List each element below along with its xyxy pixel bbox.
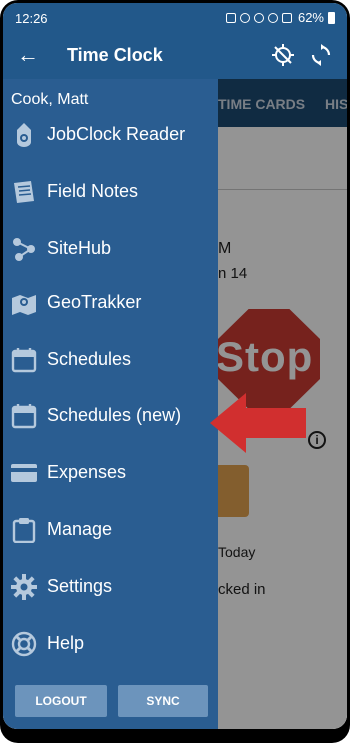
calendar-icon: [11, 348, 37, 373]
menu-item-expenses[interactable]: Expenses: [3, 450, 218, 496]
menu-label: Schedules: [47, 349, 132, 369]
menu-label: JobClock Reader: [47, 124, 186, 144]
app-title: Time Clock: [67, 45, 163, 65]
map-icon: [12, 295, 36, 315]
signal-icon: [281, 12, 292, 23]
battery-icon: [328, 11, 335, 24]
credit-card-icon: [11, 464, 37, 482]
phone-frame: 12:26 62% ← Time Clock TIME CARDS HIS M …: [0, 0, 350, 743]
notification-icon: [225, 12, 236, 23]
menu-label: Help: [47, 633, 85, 653]
user-name: Cook, Matt: [11, 91, 89, 108]
status-icons: 62%: [225, 10, 335, 25]
gear-icon: [11, 574, 37, 600]
screen: 12:26 62% ← Time Clock TIME CARDS HIS M …: [3, 3, 347, 729]
menu-label: GeoTrakker: [47, 292, 142, 312]
lifebuoy-icon: [11, 631, 37, 657]
jobclock-icon: [17, 123, 31, 147]
notes-icon: [14, 181, 34, 203]
menu-item-manage[interactable]: Manage: [3, 507, 218, 553]
mute-icon: [253, 12, 264, 23]
menu-label: Expenses: [47, 462, 127, 482]
gps-off-icon[interactable]: [271, 43, 295, 67]
bluetooth-icon: [239, 12, 250, 23]
menu-item-schedules[interactable]: Schedules: [3, 337, 218, 383]
calendar-icon: [11, 404, 37, 429]
back-arrow-icon[interactable]: ←: [17, 42, 39, 68]
annotation-arrow-icon: [210, 393, 306, 453]
menu-item-geotrakker[interactable]: GeoTrakker: [3, 280, 218, 326]
menu-item-schedules-new[interactable]: Schedules (new): [3, 393, 218, 439]
wifi-icon: [267, 12, 278, 23]
share-icon: [13, 238, 35, 261]
menu-item-jobclock-reader[interactable]: JobClock Reader: [3, 112, 218, 158]
status-bar: 12:26 62%: [3, 3, 347, 33]
menu-item-settings[interactable]: Settings: [3, 564, 218, 610]
menu-item-field-notes[interactable]: Field Notes: [3, 169, 218, 215]
logout-button[interactable]: LOGOUT: [15, 685, 107, 717]
status-time: 12:26: [15, 11, 48, 26]
menu-item-help[interactable]: Help: [3, 621, 218, 667]
battery-percent: 62%: [297, 10, 324, 25]
menu-label: Settings: [47, 576, 113, 596]
menu-label: Manage: [47, 519, 113, 539]
menu-label: SiteHub: [47, 238, 112, 258]
navigation-drawer: Cook, Matt JobClock Reader Field Notes S…: [3, 79, 218, 729]
sync-button[interactable]: SYNC: [118, 685, 208, 717]
menu-label: Schedules (new): [47, 405, 182, 425]
sync-icon[interactable]: [309, 43, 333, 67]
clipboard-icon: [12, 518, 36, 543]
menu-item-sitehub[interactable]: SiteHub: [3, 226, 218, 272]
menu-label: Field Notes: [47, 181, 139, 201]
app-bar: ← Time Clock: [3, 33, 347, 79]
